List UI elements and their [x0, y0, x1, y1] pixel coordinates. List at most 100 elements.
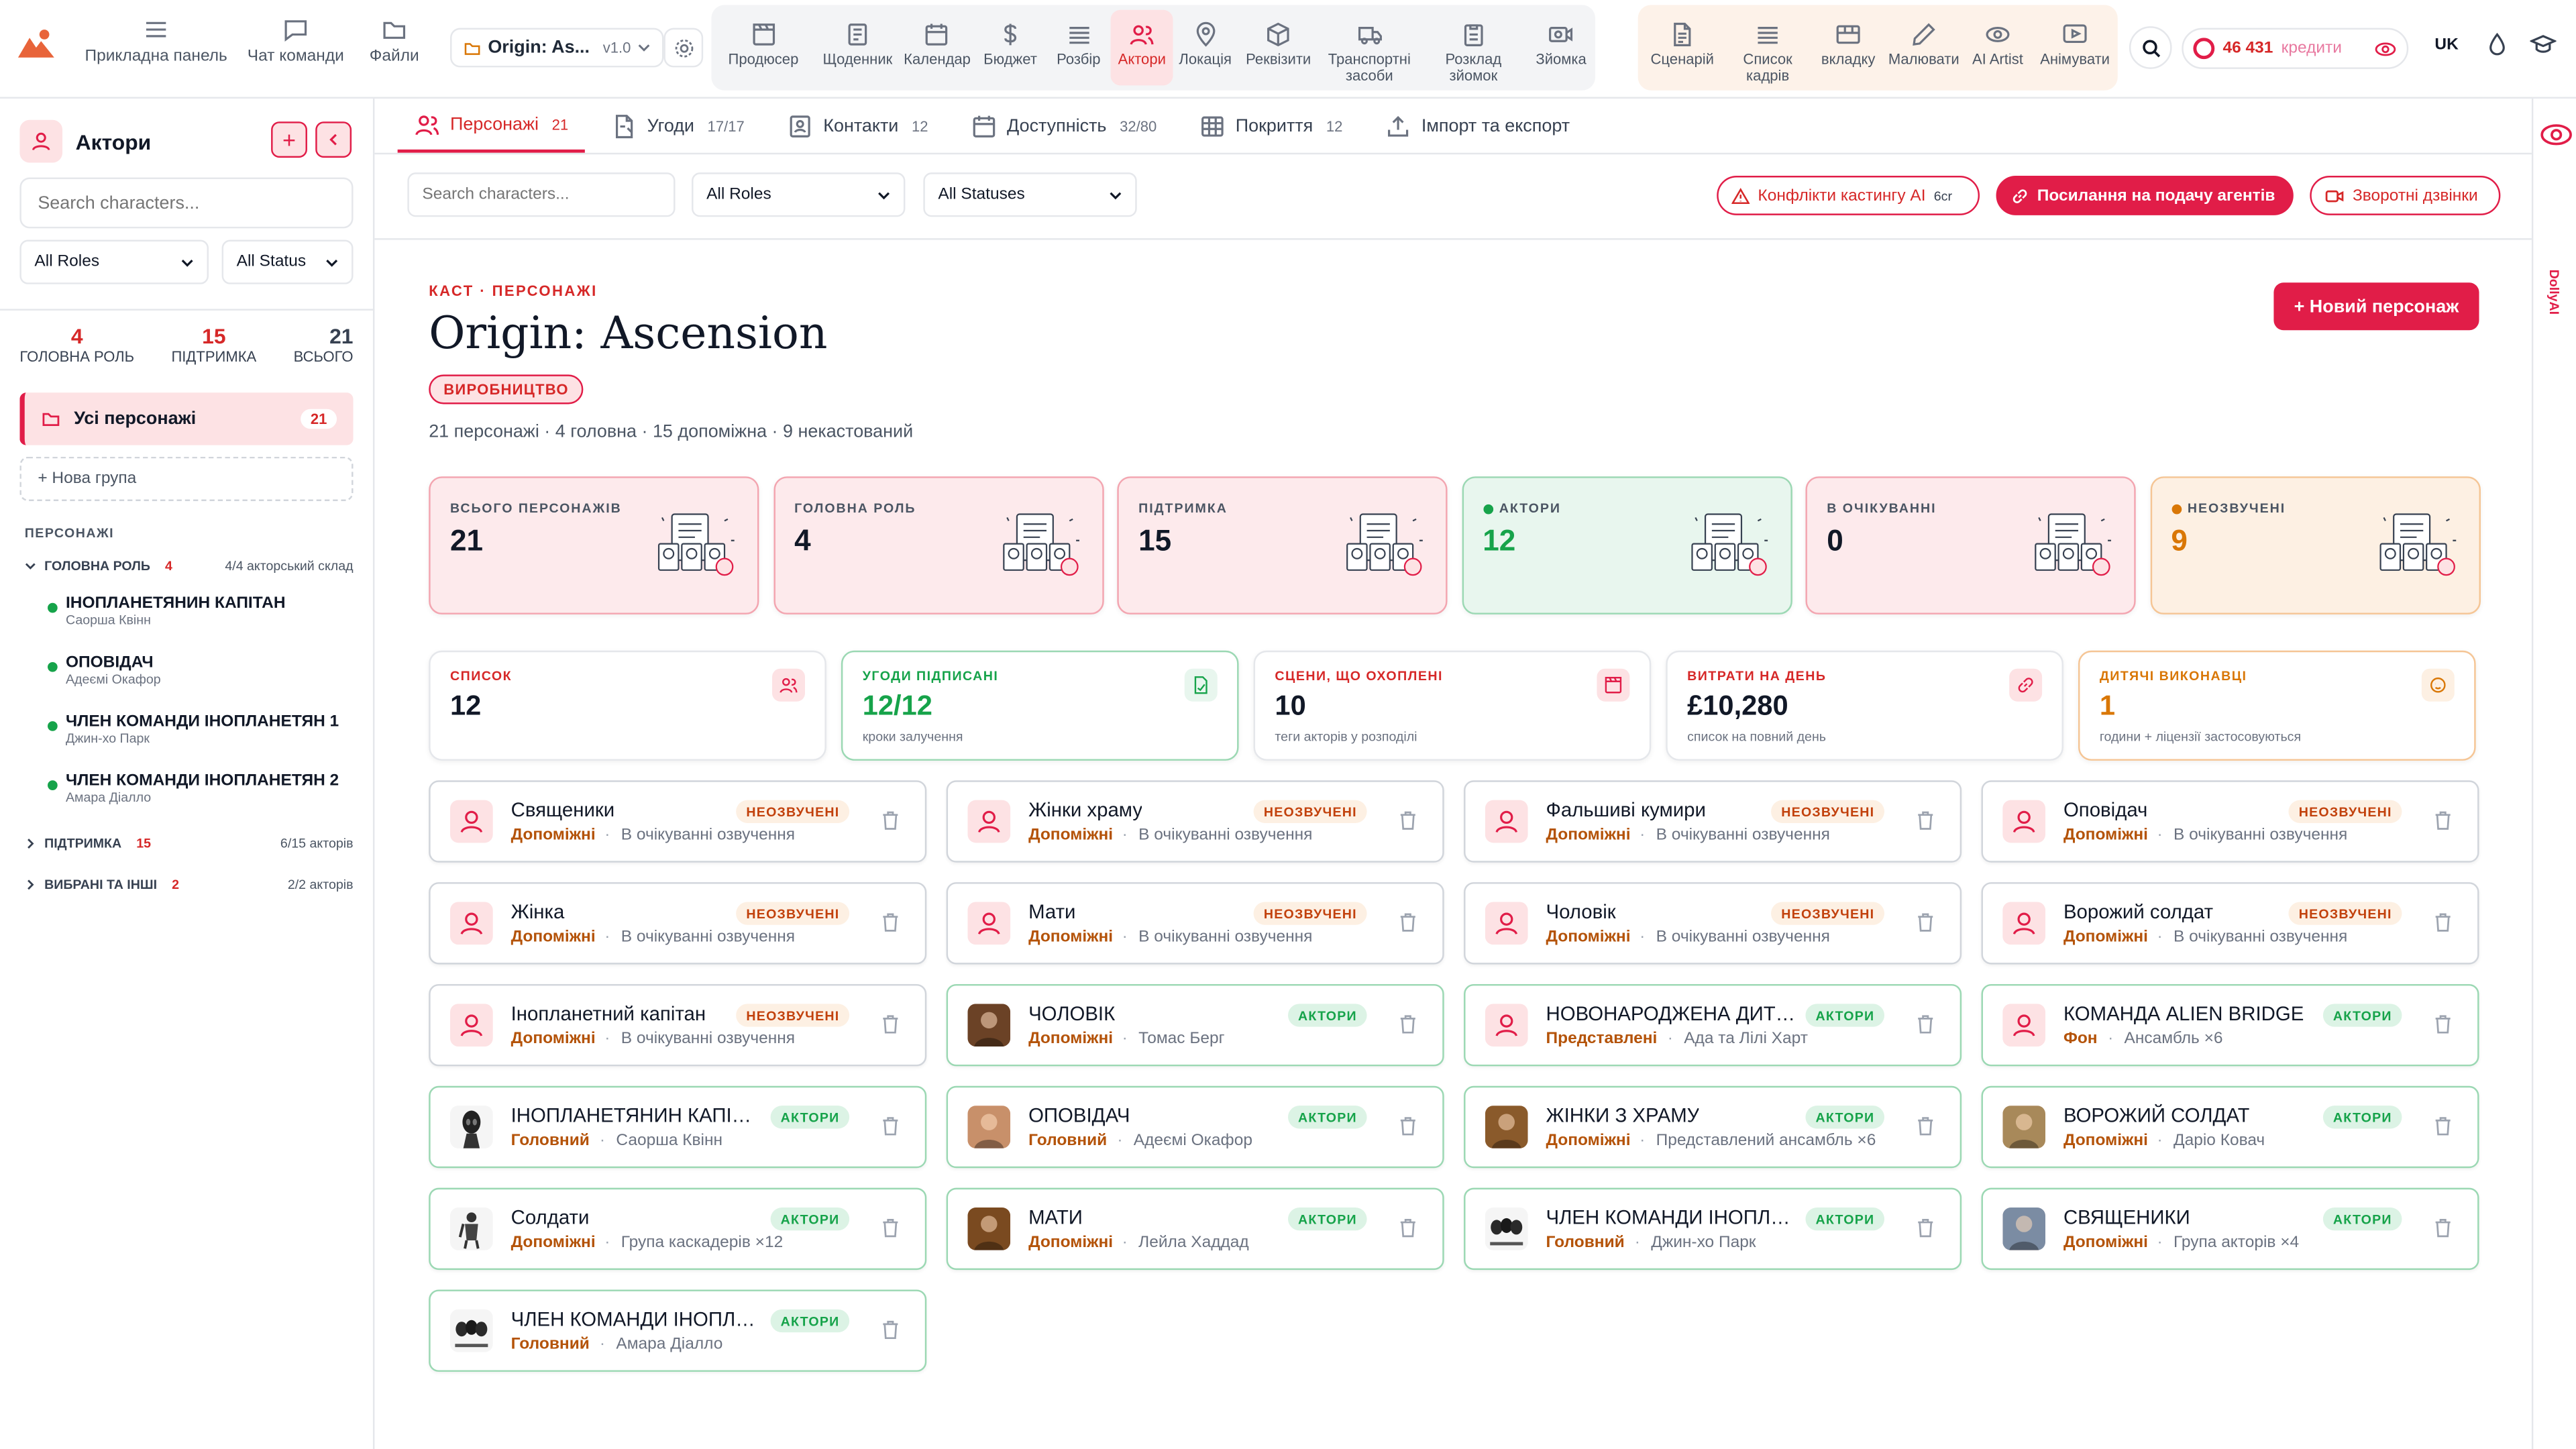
delete-icon[interactable]	[881, 1320, 900, 1341]
delete-icon[interactable]	[1398, 1116, 1417, 1137]
tool-notebook[interactable]: Щоденник	[815, 10, 900, 86]
new-character-button[interactable]: + Новий персонаж	[2273, 282, 2479, 331]
tool-dollar[interactable]: Бюджет	[975, 10, 1046, 86]
collapse-sidebar-button[interactable]	[315, 121, 352, 158]
credits-pill[interactable]: 46 431 кредити	[2182, 28, 2409, 69]
character-card[interactable]: ОПОВІДАЧ Головний · Адеємі Окафор АКТОРИ	[946, 1085, 1444, 1169]
tool-map-pin[interactable]: Локація	[1173, 10, 1238, 86]
sidebar-character[interactable]: ЧЛЕН КОМАНДИ ІНОПЛАНЕТЯН 1 Джин-хо Парк	[48, 713, 339, 746]
delete-icon[interactable]	[1398, 1218, 1417, 1239]
stat-card[interactable]: АКТОРИ 12	[1461, 476, 1792, 614]
tool-list[interactable]: Список кадрів	[1727, 10, 1809, 86]
stat-card[interactable]: ВСЬОГО ПЕРСОНАЖІВ 21	[429, 476, 759, 614]
tab-2[interactable]: Контакти 12	[771, 99, 945, 153]
stat-card[interactable]: НЕОЗВУЧЕНІ 9	[2149, 476, 2480, 614]
all-characters-item[interactable]: Усі персонажі 21	[19, 392, 354, 445]
nav-team-chat[interactable]: Чат команди	[246, 16, 345, 66]
character-card[interactable]: Інопланетний капітан Допоміжні · В очікуван…	[429, 983, 927, 1067]
character-card[interactable]: Фальшиві кумири Допоміжні · В очікуванні оз…	[1464, 780, 1962, 863]
delete-icon[interactable]	[881, 1014, 900, 1035]
project-settings-button[interactable]	[663, 28, 704, 68]
tool-users[interactable]: Актори	[1111, 9, 1173, 86]
sidebar-roles-select[interactable]: All Roles	[19, 239, 209, 284]
new-group-button[interactable]: + Нова група	[19, 456, 354, 501]
character-card[interactable]: ЧОЛОВІК Допоміжні · Томас Берг АКТОРИ	[946, 983, 1444, 1067]
tool-pencil[interactable]: Малювати	[1888, 10, 1960, 86]
assistant-eye-icon[interactable]	[2540, 118, 2573, 151]
stat-card[interactable]: В ОЧІКУВАННІ 0	[1805, 476, 2136, 614]
character-card[interactable]: ІНОПЛАНЕТЯНИН КАПІТАН Головний · Саорша Кві…	[429, 1085, 927, 1169]
character-card[interactable]: МАТИ Допоміжні · Лейла Хаддад АКТОРИ	[946, 1187, 1444, 1271]
character-card[interactable]: Мати Допоміжні · В очікуванні озвучення НЕОЗ…	[946, 882, 1444, 965]
delete-icon[interactable]	[1398, 810, 1417, 831]
info-card[interactable]: СЦЕНИ, ЩО ОХОПЛЕНІ 10 теги акторів у розпо…	[1253, 650, 1652, 761]
character-card[interactable]: Жінка Допоміжні · В очікуванні озвучення НЕО…	[429, 882, 927, 965]
tool-box[interactable]: Реквізити	[1238, 10, 1319, 86]
delete-icon[interactable]	[1916, 810, 1935, 831]
delete-icon[interactable]	[2433, 1014, 2453, 1035]
character-card[interactable]: ВОРОЖИЙ СОЛДАТ Допоміжні · Даріо Ковач АКТОР…	[1981, 1085, 2479, 1169]
character-card[interactable]: Оповідач Допоміжні · В очікуванні озвучення…	[1981, 780, 2479, 863]
tool-layers[interactable]: Розбір	[1046, 10, 1111, 86]
tool-camera[interactable]: Зйомка	[1527, 10, 1595, 86]
sidebar-search-input[interactable]	[19, 177, 354, 229]
info-card[interactable]: ВИТРАТИ НА ДЕНЬ £10,280 список на повний д…	[1666, 650, 2063, 761]
graduation-cap-icon[interactable]	[2530, 33, 2557, 56]
delete-icon[interactable]	[2433, 912, 2453, 933]
tool-calendar[interactable]: Календар	[900, 10, 974, 86]
sidebar-character[interactable]: ІНОПЛАНЕТЯНИН КАПІТАН Саорша Квінн	[48, 595, 286, 628]
character-card[interactable]: Солдати Допоміжні · Група каскадерів ×12 АКТ…	[429, 1187, 927, 1271]
sidebar-character[interactable]: ОПОВІДАЧ Адеємі Окафор	[48, 654, 161, 687]
character-card[interactable]: СВЯЩЕНИКИ Допоміжні · Група акторів ×4 АКТОР…	[1981, 1187, 2479, 1271]
group-lead[interactable]: ГОЛОВНА РОЛЬ 4 4/4 акторський склад	[25, 559, 354, 574]
info-card[interactable]: СПИСОК 12	[429, 650, 826, 761]
character-card[interactable]: Священики Допоміжні · В очікуванні озвученн…	[429, 780, 927, 863]
tab-3[interactable]: Доступність 32/80	[955, 99, 1173, 153]
sidebar-character[interactable]: ЧЛЕН КОМАНДИ ІНОПЛАНЕТЯН 2 Амара Діалло	[48, 772, 339, 805]
stat-card[interactable]: ПІДТРИМКА 15	[1117, 476, 1448, 614]
group-supporting[interactable]: ПІДТРИМКА 15 6/15 акторів	[25, 837, 354, 851]
tab-1[interactable]: Угоди 17/17	[594, 99, 761, 153]
global-search-button[interactable]	[2129, 26, 2172, 69]
character-card[interactable]: КОМАНДА ALIEN BRIDGE Фон · Ансамбль ×6 АКТОР…	[1981, 983, 2479, 1067]
drop-icon[interactable]	[2487, 32, 2507, 56]
character-card[interactable]: Жінки храму Допоміжні · В очікуванні озвуче…	[946, 780, 1444, 863]
tool-storyboard[interactable]: вкладку	[1809, 10, 1888, 86]
group-featured[interactable]: ВИБРАНІ ТА ІНШІ 2 2/2 акторів	[25, 877, 354, 892]
delete-icon[interactable]	[1398, 912, 1417, 933]
delete-icon[interactable]	[2433, 810, 2453, 831]
ai-casting-conflicts-button[interactable]: Конфлікти кастингу AI 6cr	[1717, 176, 1980, 215]
stat-card[interactable]: ГОЛОВНА РОЛЬ 4	[773, 476, 1104, 614]
tool-script[interactable]: Сценарій	[1638, 10, 1727, 86]
info-card[interactable]: УГОДИ ПІДПИСАНІ 12/12 кроки залучення	[841, 650, 1239, 761]
characters-search-input[interactable]	[407, 172, 676, 217]
delete-icon[interactable]	[2433, 1218, 2453, 1239]
roles-filter-select[interactable]: All Roles	[692, 172, 906, 217]
delete-icon[interactable]	[881, 912, 900, 933]
delete-icon[interactable]	[881, 810, 900, 831]
delete-icon[interactable]	[2433, 1116, 2453, 1137]
delete-icon[interactable]	[1916, 1014, 1935, 1035]
character-card[interactable]: НОВОНАРОДЖЕНА ДИТИНА Представлені · Ада та …	[1464, 983, 1962, 1067]
nav-files[interactable]: Файли	[368, 16, 421, 66]
delete-icon[interactable]	[1398, 1014, 1417, 1035]
tool-clapper[interactable]: Продюсер	[711, 10, 815, 86]
delete-icon[interactable]	[881, 1218, 900, 1239]
add-group-button[interactable]: +	[271, 121, 307, 158]
tool-truck[interactable]: Транспортні засоби	[1319, 10, 1419, 86]
info-card[interactable]: ДИТЯЧІ ВИКОНАВЦІ 1 години + ліцензії засто…	[2078, 650, 2476, 761]
character-card[interactable]: Ворожий солдат Допоміжні · В очікуванні озв…	[1981, 882, 2479, 965]
tool-play[interactable]: Анімувати	[2035, 10, 2114, 86]
agent-submission-link-button[interactable]: Посилання на подачу агентів	[1996, 176, 2294, 215]
language-selector[interactable]: UK	[2434, 36, 2458, 54]
character-card[interactable]: ЧЛЕН КОМАНДИ ІНОПЛАНЕТЯН 1 Головний · Джин-…	[1464, 1187, 1962, 1271]
callbacks-button[interactable]: Зворотні дзвінки	[2310, 176, 2501, 215]
character-card[interactable]: ЖІНКИ З ХРАМУ Допоміжні · Представлений анс…	[1464, 1085, 1962, 1169]
project-selector[interactable]: Origin: As... v1.0	[450, 28, 664, 68]
tool-eye[interactable]: AI Artist	[1960, 10, 2036, 86]
character-card[interactable]: Чоловік Допоміжні · В очікуванні озвучення Н…	[1464, 882, 1962, 965]
tab-0[interactable]: Персонажі 21	[397, 99, 585, 153]
tool-clipboard[interactable]: Розклад зйомок	[1419, 10, 1527, 86]
tab-4[interactable]: Покриття 12	[1183, 99, 1358, 153]
tab-5[interactable]: Імпорт та експорт	[1369, 99, 1600, 153]
